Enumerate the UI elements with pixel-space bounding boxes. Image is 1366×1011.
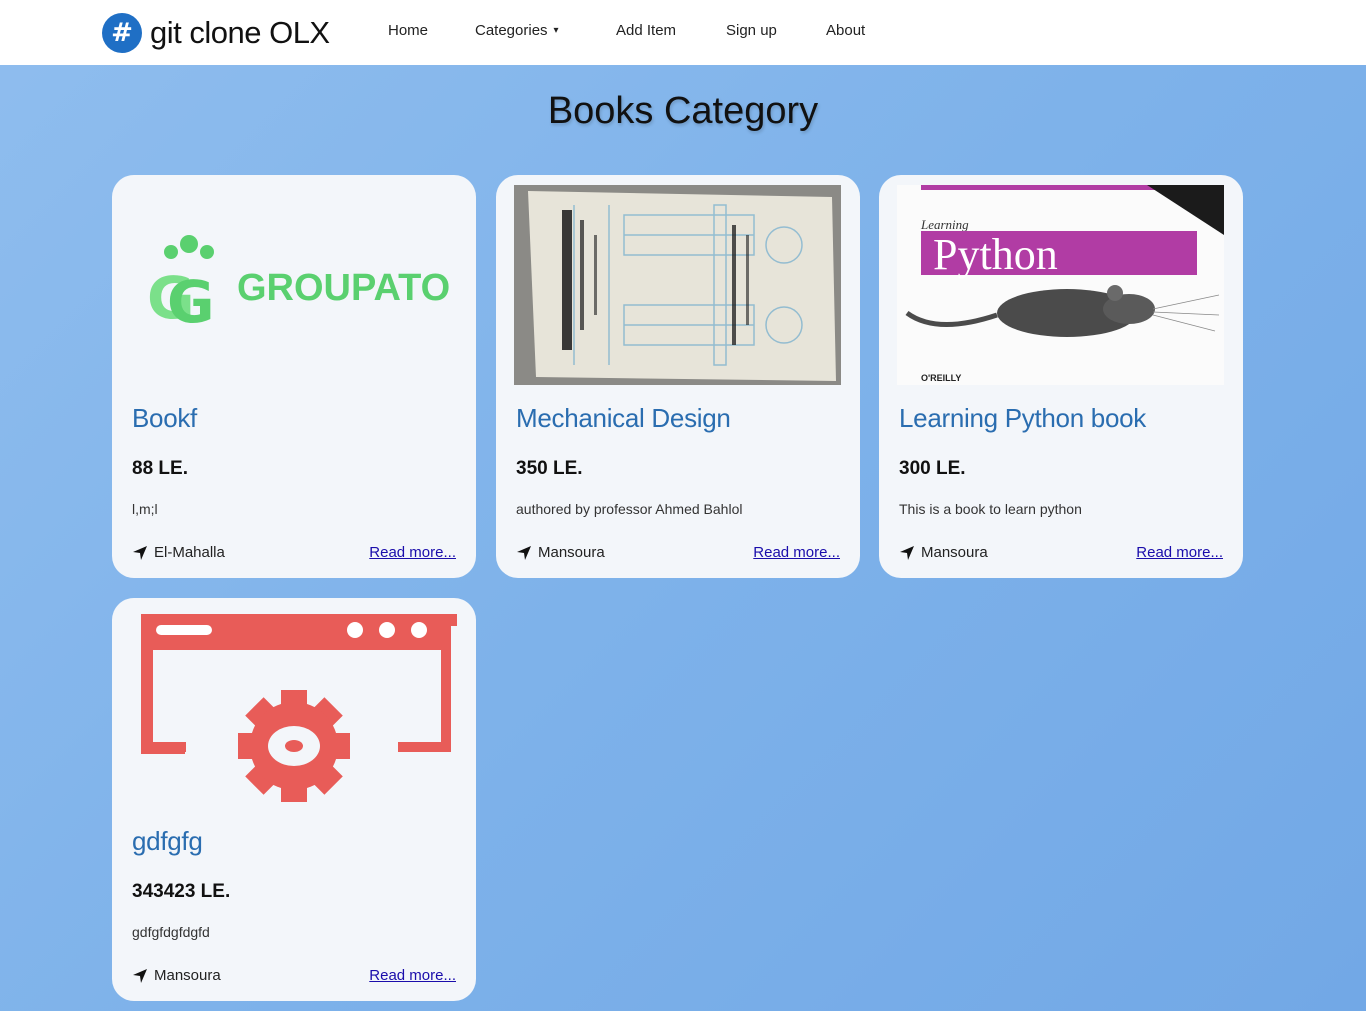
- location-label: Mansoura: [921, 544, 988, 561]
- location-label: Mansoura: [538, 544, 605, 561]
- product-description: l,m;l: [132, 501, 158, 517]
- hashtag-icon: #: [102, 13, 142, 53]
- product-title[interactable]: gdfgfg: [132, 826, 203, 857]
- nav-categories-dropdown[interactable]: Categories ▾: [475, 22, 559, 39]
- product-image[interactable]: G G GROUPATOR: [130, 185, 457, 385]
- product-card: gdfgfg 343423 LE. gdfgfdgfdgfd Mansoura …: [112, 598, 476, 1001]
- cover-publisher: O'REILLY: [921, 373, 961, 383]
- nav-home[interactable]: Home: [388, 22, 428, 39]
- product-image[interactable]: [514, 185, 841, 385]
- top-navbar: # git clone OLX Home Categories ▾ Add Ite…: [0, 0, 1366, 65]
- nav-sign-up[interactable]: Sign up: [726, 22, 777, 39]
- product-location: Mansoura: [516, 544, 605, 561]
- read-more-link[interactable]: Read more...: [369, 544, 456, 561]
- nav-add-item[interactable]: Add Item: [616, 22, 676, 39]
- product-description: This is a book to learn python: [899, 501, 1082, 517]
- python-book-cover: Learning Python O'REILLY: [897, 185, 1224, 385]
- product-image[interactable]: [130, 608, 457, 808]
- location-arrow-icon: [133, 545, 147, 560]
- product-price: 88 LE.: [132, 458, 188, 479]
- location-arrow-icon: [133, 968, 147, 983]
- product-price: 350 LE.: [516, 458, 583, 479]
- product-location: Mansoura: [899, 544, 988, 561]
- product-description: gdfgfdgfdgfd: [132, 924, 210, 940]
- brand-link[interactable]: # git clone OLX: [102, 12, 330, 54]
- gear-window-icon: [141, 614, 457, 802]
- cover-title: Python: [933, 230, 1058, 279]
- product-location: Mansoura: [132, 967, 221, 984]
- svg-text:G: G: [167, 268, 215, 336]
- groupator-logo-image: G G GROUPATOR: [147, 235, 449, 336]
- brand-name: git clone OLX: [150, 15, 330, 50]
- nav-about[interactable]: About: [826, 22, 865, 39]
- location-arrow-icon: [900, 545, 914, 560]
- product-image[interactable]: Learning Python O'REILLY: [897, 185, 1224, 385]
- location-label: El-Mahalla: [154, 544, 225, 561]
- product-title[interactable]: Mechanical Design: [516, 403, 731, 434]
- location-label: Mansoura: [154, 967, 221, 984]
- nav-categories-label: Categories: [475, 22, 548, 39]
- product-description: authored by professor Ahmed Bahlol: [516, 501, 743, 517]
- product-title[interactable]: Bookf: [132, 403, 197, 434]
- product-price: 343423 LE.: [132, 881, 231, 902]
- product-card: Learning Python O'REILLY Learning Python…: [879, 175, 1243, 578]
- product-card: G G GROUPATOR Bookf 88 LE. l,m;l El-Maha…: [112, 175, 476, 578]
- chevron-down-icon: ▾: [553, 25, 559, 36]
- location-arrow-icon: [517, 545, 531, 560]
- product-price: 300 LE.: [899, 458, 966, 479]
- read-more-link[interactable]: Read more...: [369, 967, 456, 984]
- product-card: Mechanical Design 350 LE. authored by pr…: [496, 175, 860, 578]
- product-title[interactable]: Learning Python book: [899, 403, 1146, 434]
- product-location: El-Mahalla: [132, 544, 225, 561]
- read-more-link[interactable]: Read more...: [1136, 544, 1223, 561]
- mechanical-drawing-photo: [514, 185, 841, 385]
- groupator-logo-text: GROUPATOR: [237, 267, 449, 309]
- read-more-link[interactable]: Read more...: [753, 544, 840, 561]
- page-title: Books Category: [547, 90, 819, 132]
